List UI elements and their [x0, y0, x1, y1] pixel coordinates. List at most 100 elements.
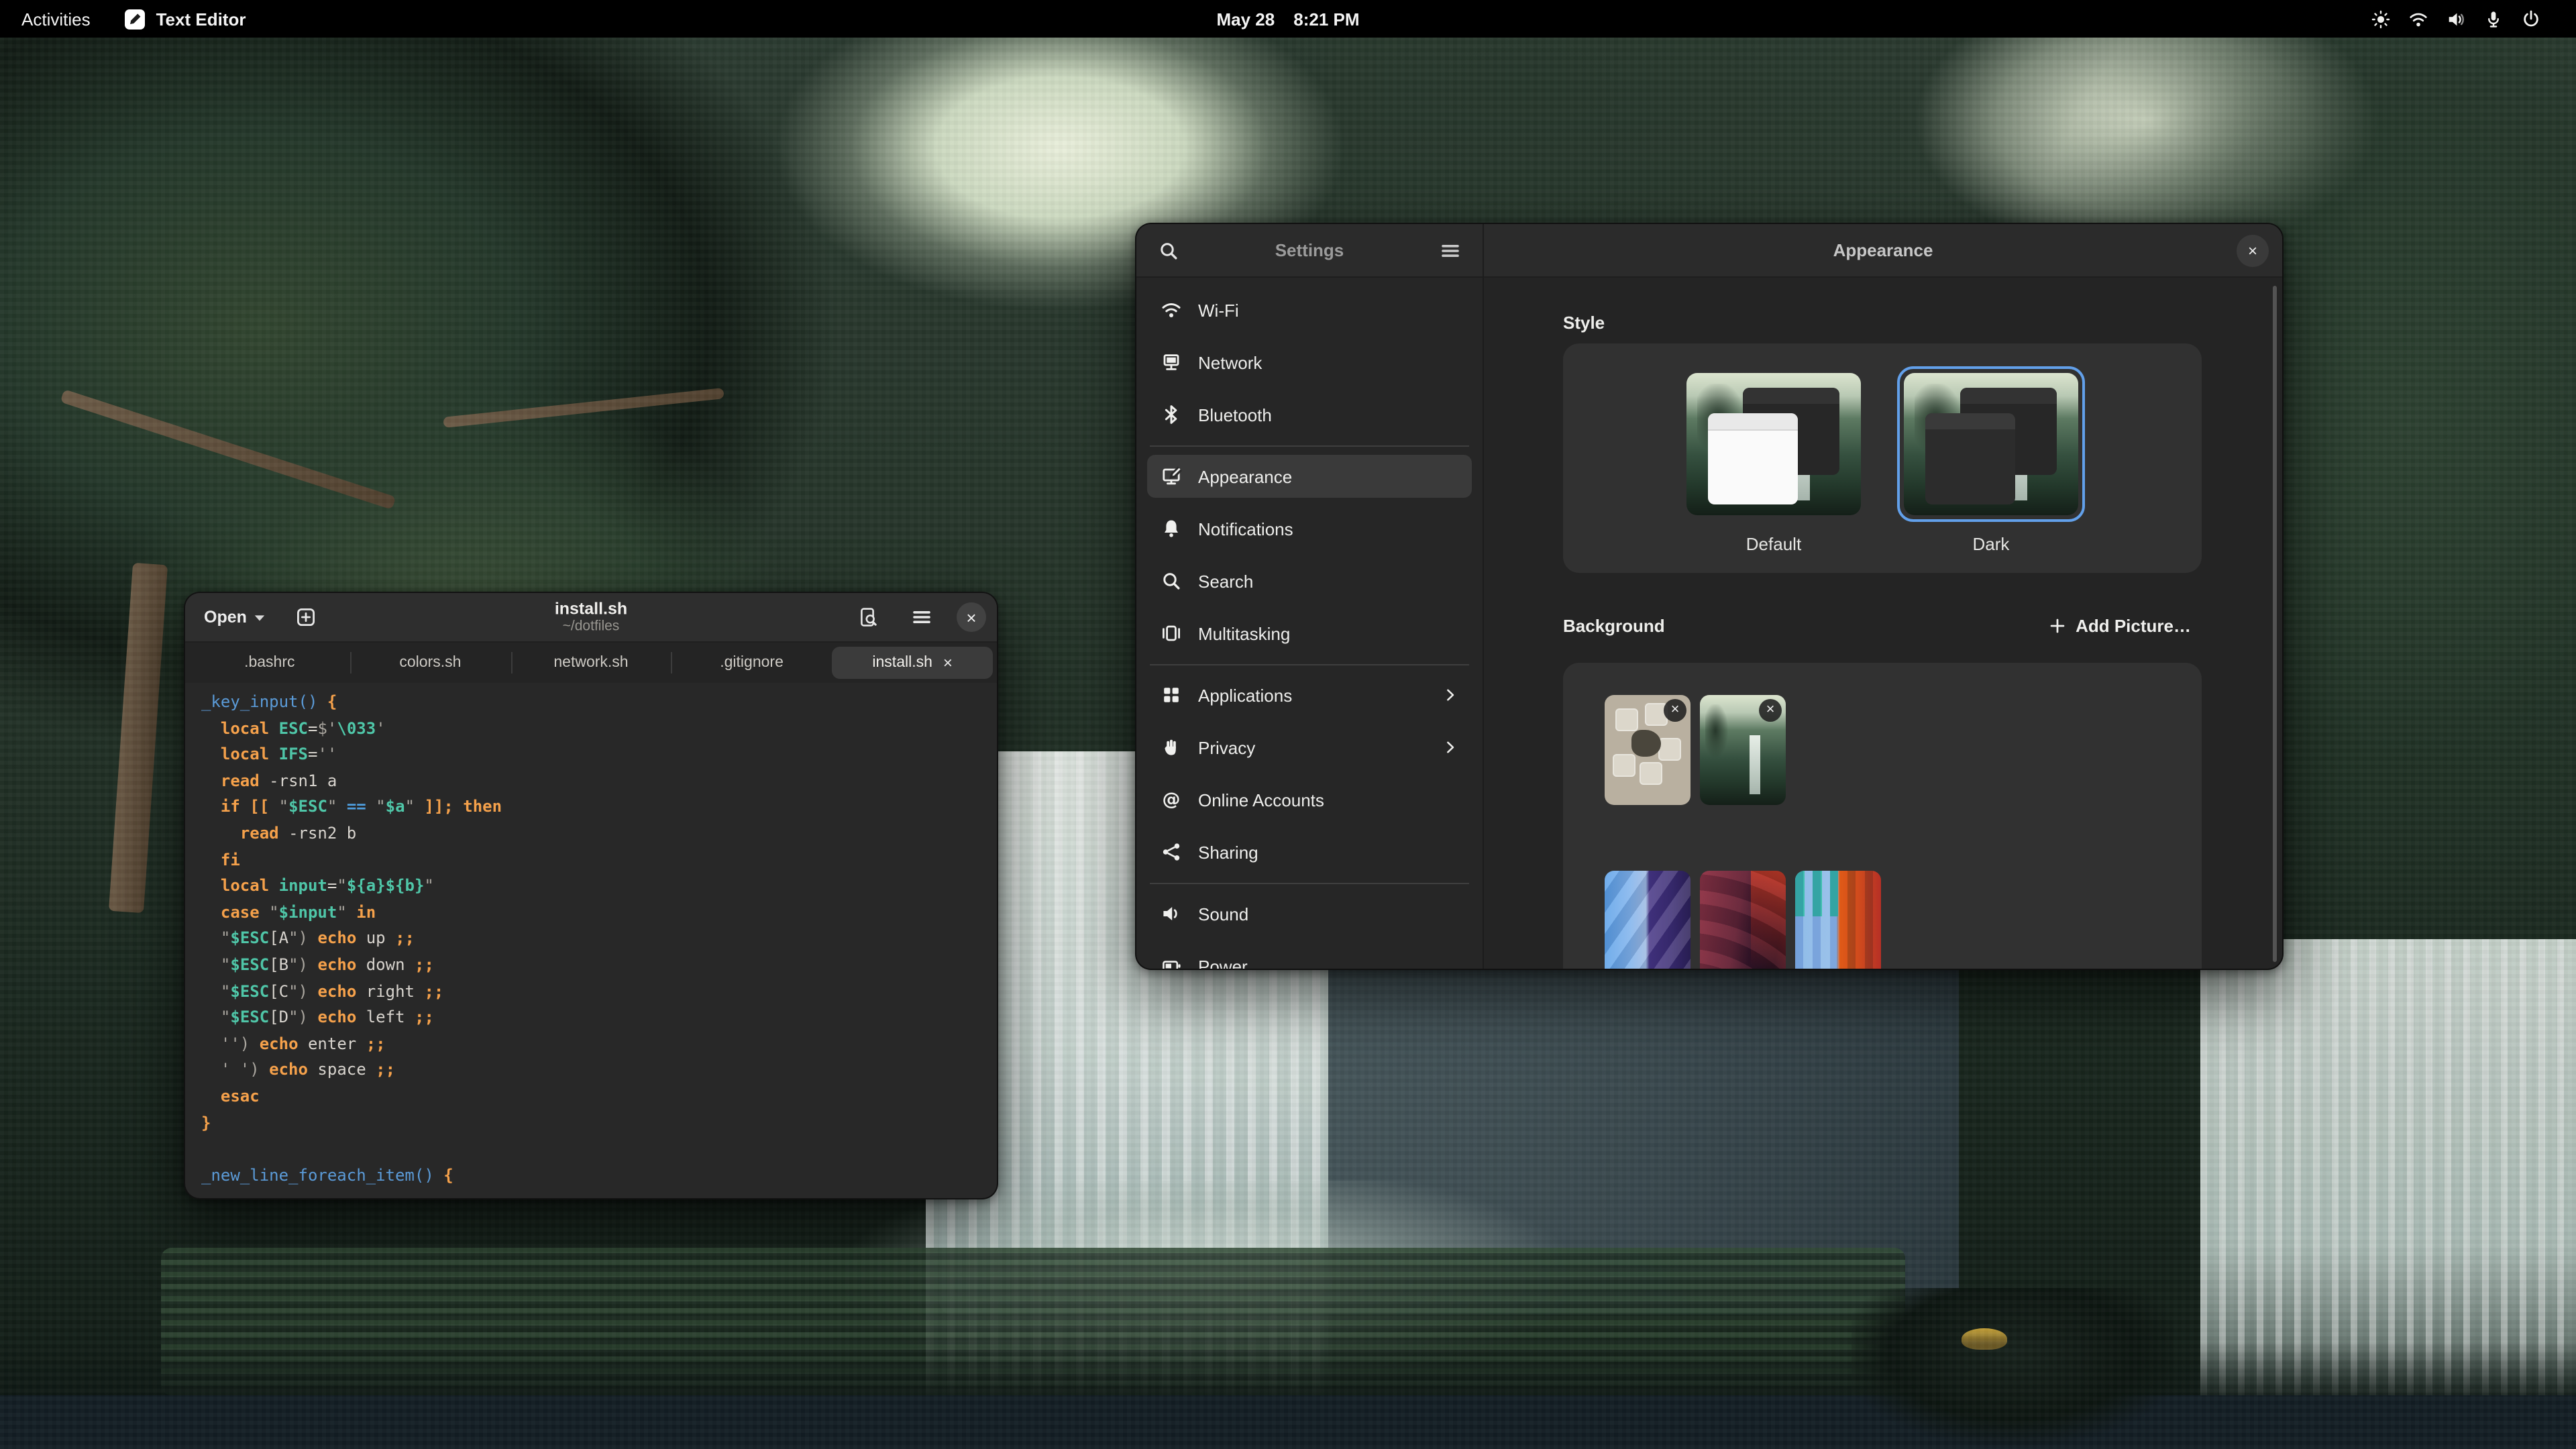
activities-button[interactable]: Activities — [21, 9, 91, 29]
style-option-dark[interactable]: Dark — [1897, 366, 2085, 554]
sidebar-item-power[interactable]: Power — [1147, 945, 1472, 969]
background-default-blue-purple[interactable] — [1605, 871, 1690, 970]
wifi-status-icon[interactable] — [2408, 9, 2428, 29]
code-token: local — [221, 718, 279, 737]
online-accounts-icon: @ — [1161, 789, 1182, 810]
power-status-icon[interactable] — [2521, 9, 2541, 29]
code-token: esac — [221, 1087, 260, 1106]
sidebar-item-multitasking[interactable]: Multitasking — [1147, 612, 1472, 655]
document-search-button[interactable] — [849, 598, 887, 636]
date-label: May 28 — [1216, 9, 1275, 29]
sidebar-item-online-accounts[interactable]: @Online Accounts — [1147, 778, 1472, 821]
editor-headerbar[interactable]: Open install.sh ~/dotfiles — [185, 593, 997, 643]
remove-background-button[interactable]: × — [1759, 699, 1782, 722]
editor-tab-bar: .bashrc colors.sh network.sh .gitignoreinst… — [185, 643, 997, 683]
sidebar-item-applications[interactable]: Applications — [1147, 674, 1472, 716]
style-option-default[interactable]: Default — [1680, 366, 1868, 554]
tab-colors-sh[interactable]: colors.sh — [350, 647, 511, 679]
code-token: } — [201, 1113, 211, 1132]
sidebar-item-network[interactable]: Network — [1147, 341, 1472, 384]
add-picture-button[interactable]: Add Picture… — [2038, 610, 2202, 641]
tab-install-sh[interactable]: install.sh× — [832, 647, 993, 679]
dragon-logo — [1631, 730, 1661, 757]
code-line: ' ') echo space ;; — [201, 1058, 997, 1084]
code-token: read — [240, 824, 279, 843]
close-icon: × — [1766, 703, 1775, 718]
tab-gitignore[interactable]: .gitignore — [672, 647, 833, 679]
code-token: down — [356, 955, 415, 974]
page-title: Appearance — [1833, 240, 1933, 260]
code-token — [201, 718, 221, 737]
code-token: _new_line_foreach_item() — [201, 1165, 443, 1184]
volume-status-icon[interactable] — [2446, 9, 2466, 29]
tab-close-icon[interactable]: × — [943, 653, 953, 672]
code-token: $ESC — [288, 798, 327, 816]
system-status-area[interactable] — [2371, 0, 2576, 38]
code-token: local — [221, 745, 279, 763]
apps-icon — [1161, 684, 1182, 706]
sidebar-item-label: Multitasking — [1198, 623, 1290, 643]
sidebar-separator — [1150, 883, 1469, 884]
code-token: echo — [260, 1034, 299, 1053]
menu-button[interactable] — [903, 598, 941, 636]
window-close-button[interactable]: × — [957, 602, 986, 632]
code-line: "$ESC[B") echo down ;; — [201, 953, 997, 979]
primary-menu-button[interactable] — [1432, 231, 1469, 269]
sidebar-headerbar[interactable]: Settings — [1136, 224, 1483, 278]
style-option-label: Dark — [1897, 534, 2085, 554]
background-thumbnail-forest-wallpaper[interactable]: × — [1700, 695, 1786, 805]
content-headerbar[interactable]: Appearance × — [1484, 224, 2282, 278]
tab-label: colors.sh — [399, 655, 461, 671]
background-default-maroon-waves[interactable] — [1700, 871, 1786, 970]
background-heading: Background — [1563, 616, 1665, 636]
sidebar-item-label: Privacy — [1198, 737, 1255, 757]
background-default-blue-orange[interactable] — [1795, 871, 1881, 970]
sidebar-item-privacy[interactable]: Privacy — [1147, 726, 1472, 769]
settings-close-button[interactable]: × — [2237, 234, 2269, 266]
code-token: fi — [221, 850, 240, 869]
code-token: $ESC — [230, 981, 269, 1000]
microphone-icon — [2483, 9, 2504, 29]
sidebar-item-sound[interactable]: Sound — [1147, 892, 1472, 935]
sidebar-item-bluetooth[interactable]: Bluetooth — [1147, 393, 1472, 436]
code-token: -rsn1 a — [260, 771, 337, 790]
focused-app-menu[interactable]: Text Editor — [125, 9, 246, 29]
code-token: " — [221, 981, 230, 1000]
code-editor-area[interactable]: _key_input() { local ESC=$'\033' local I… — [185, 683, 997, 1189]
code-token: = — [308, 745, 317, 763]
code-token: [D — [269, 1008, 288, 1026]
sidebar-item-sharing[interactable]: Sharing — [1147, 830, 1472, 873]
open-document-button[interactable]: Open — [196, 602, 274, 632]
tab-network-sh[interactable]: network.sh — [511, 647, 672, 679]
sidebar-item-search[interactable]: Search — [1147, 559, 1472, 602]
search-button[interactable] — [1150, 231, 1187, 269]
code-token: " — [405, 798, 415, 816]
sidebar-item-appearance[interactable]: Appearance — [1147, 455, 1472, 498]
power-battery-icon — [1161, 955, 1182, 969]
remove-background-button[interactable]: × — [1664, 699, 1686, 722]
brightness-status-icon[interactable] — [2371, 9, 2391, 29]
tab-label: network.sh — [553, 655, 628, 671]
sound-icon-wrap — [1161, 903, 1182, 924]
bluetooth-icon-wrap — [1161, 404, 1182, 425]
sidebar-item-wi-fi[interactable]: Wi-Fi — [1147, 288, 1472, 331]
new-tab-button[interactable] — [287, 598, 325, 636]
clock-button[interactable]: May 28 8:21 PM — [1216, 9, 1359, 29]
microphone-status-icon[interactable] — [2483, 9, 2504, 29]
background-thumbnail-files-wallpaper[interactable]: × — [1605, 695, 1690, 805]
tab-bashrc[interactable]: .bashrc — [189, 647, 350, 679]
code-line: local input="${a}${b}" — [201, 873, 997, 900]
text-editor-window: Open install.sh ~/dotfiles — [184, 592, 998, 1199]
sidebar-item-notifications[interactable]: Notifications — [1147, 507, 1472, 550]
code-token: echo — [317, 955, 356, 974]
code-token: $a — [386, 798, 405, 816]
network-icon-wrap — [1161, 352, 1182, 373]
code-token: ;; — [395, 929, 415, 948]
settings-nav-list: Wi-Fi Network Bluetooth Appearance Notificat… — [1136, 278, 1483, 969]
content-scrollbar[interactable] — [2273, 286, 2277, 962]
code-token: in — [347, 903, 376, 922]
code-token: " — [376, 798, 385, 816]
code-token: ") — [288, 955, 317, 974]
sidebar-title: Settings — [1275, 240, 1344, 260]
code-token — [201, 745, 221, 763]
